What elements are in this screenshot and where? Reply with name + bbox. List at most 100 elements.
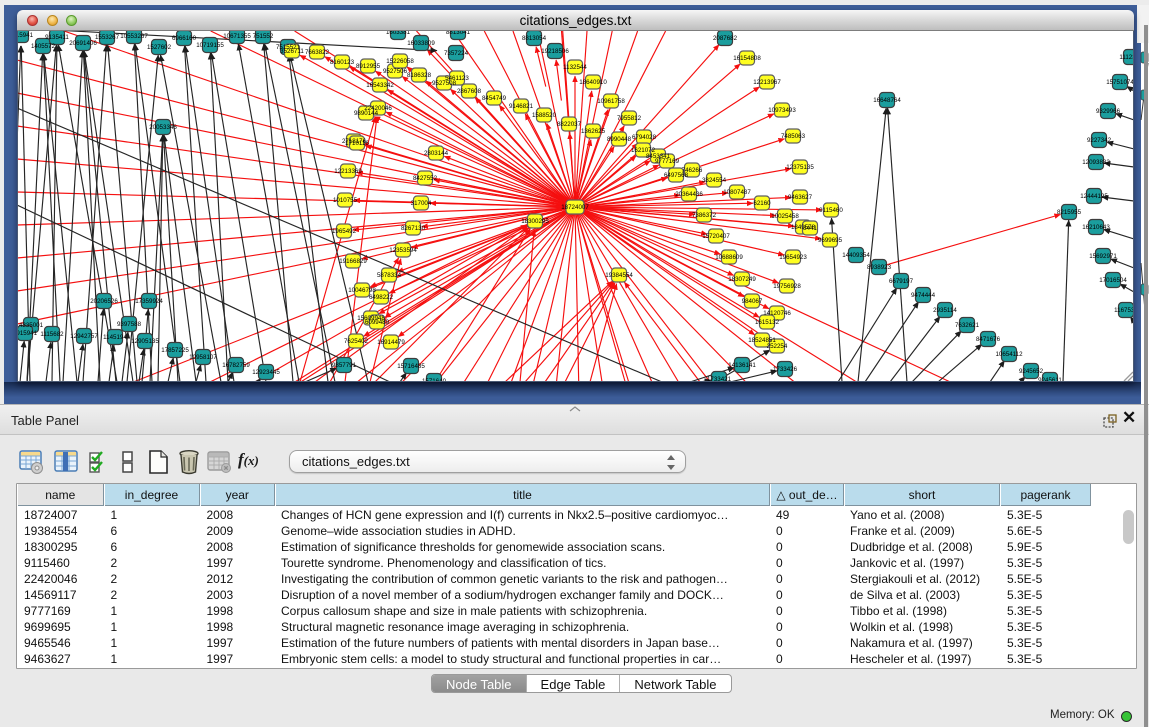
svg-text:2803144: 2803144: [424, 150, 449, 157]
svg-text:17359924: 17359924: [135, 298, 163, 305]
svg-text:18307249: 18307249: [728, 276, 756, 283]
svg-text:8990448: 8990448: [607, 136, 632, 143]
svg-text:10046798: 10046798: [348, 287, 376, 294]
svg-text:12923445: 12923445: [252, 369, 280, 376]
svg-text:5461123: 5461123: [445, 75, 469, 82]
svg-text:1553267: 1553267: [95, 34, 120, 41]
svg-text:15751074: 15751074: [1106, 79, 1134, 86]
svg-text:1965492: 1965492: [332, 228, 357, 235]
svg-text:19218506: 19218506: [541, 48, 569, 55]
svg-text:16648764: 16648764: [873, 97, 901, 104]
svg-text:9227342: 9227342: [1087, 137, 1112, 144]
svg-text:10719155: 10719155: [196, 42, 224, 49]
svg-text:8441: 8441: [803, 225, 817, 232]
svg-text:7625402: 7625402: [344, 338, 369, 345]
svg-text:9115460: 9115460: [819, 207, 843, 214]
svg-text:14136141: 14136141: [728, 362, 756, 369]
svg-text:751552: 751552: [253, 33, 274, 40]
svg-text:3824554: 3824554: [702, 177, 727, 184]
svg-text:8267130: 8267130: [401, 225, 426, 232]
svg-text:10025458: 10025458: [771, 213, 799, 220]
svg-text:2867608: 2867608: [457, 88, 482, 95]
svg-text:9397588: 9397588: [117, 321, 142, 328]
svg-text:9245652: 9245652: [1019, 368, 1044, 375]
svg-text:4335001: 4335001: [19, 322, 44, 329]
svg-text:1362625: 1362625: [581, 128, 606, 135]
svg-text:20691406: 20691406: [69, 40, 97, 47]
svg-text:8938923: 8938923: [867, 264, 892, 271]
svg-text:9474444: 9474444: [911, 292, 936, 299]
svg-text:1132544: 1132544: [563, 64, 587, 71]
svg-text:16154808: 16154808: [733, 55, 761, 62]
svg-text:1405572: 1405572: [31, 43, 56, 50]
svg-text:12375135: 12375135: [786, 164, 814, 171]
svg-text:8822037: 8822037: [557, 121, 582, 128]
svg-text:8427552: 8427552: [413, 175, 438, 182]
svg-text:6679197: 6679197: [889, 278, 914, 285]
svg-text:5878334: 5878334: [377, 272, 402, 279]
svg-text:7663822: 7663822: [305, 49, 330, 56]
svg-text:1588520: 1588520: [532, 112, 557, 119]
svg-text:10807487: 10807487: [723, 189, 751, 196]
svg-text:9699695: 9699695: [818, 237, 843, 244]
svg-text:8912955: 8912955: [356, 63, 381, 70]
svg-text:1733426: 1733426: [773, 366, 798, 373]
svg-text:12942757: 12942757: [70, 333, 98, 340]
svg-text:10961758: 10961758: [597, 98, 625, 105]
svg-text:8471676: 8471676: [976, 336, 1001, 343]
svg-text:1167533: 1167533: [1114, 307, 1134, 314]
svg-text:2935114: 2935114: [933, 307, 957, 314]
svg-text:1010755: 1010755: [333, 197, 358, 204]
svg-text:19384554: 19384554: [605, 272, 633, 279]
svg-text:9890144: 9890144: [354, 110, 379, 117]
svg-text:1603381: 1603381: [386, 31, 411, 36]
svg-text:8186328: 8186328: [407, 72, 432, 79]
svg-text:20206526: 20206526: [90, 298, 118, 305]
svg-text:17857225: 17857225: [161, 347, 189, 354]
svg-text:6498222: 6498222: [369, 294, 394, 301]
svg-text:6966160: 6966160: [172, 35, 197, 42]
svg-text:18640910: 18640910: [579, 79, 607, 86]
svg-text:8813041: 8813041: [446, 31, 471, 36]
svg-text:10654112: 10654112: [995, 351, 1023, 358]
svg-text:10958107: 10958107: [189, 354, 217, 361]
svg-text:7386372: 7386372: [692, 212, 717, 219]
svg-text:17016504: 17016504: [1099, 277, 1127, 284]
svg-text:1615132: 1615132: [755, 319, 780, 326]
svg-text:10688609: 10688609: [715, 254, 743, 261]
svg-text:18724007: 18724007: [561, 204, 589, 211]
svg-text:1115682: 1115682: [40, 331, 64, 338]
svg-text:9329966: 9329966: [1096, 108, 1121, 115]
svg-text:14409354: 14409354: [842, 252, 870, 259]
svg-text:16033809: 16033809: [407, 40, 435, 47]
svg-text:3915941: 3915941: [17, 330, 38, 337]
svg-text:9527506: 9527506: [383, 68, 408, 75]
svg-text:1145194: 1145194: [103, 334, 127, 341]
svg-text:16914479: 16914479: [377, 339, 405, 346]
svg-text:15692971: 15692971: [1089, 253, 1117, 260]
svg-text:8215955: 8215955: [1057, 209, 1082, 216]
svg-text:15720407: 15720407: [702, 233, 730, 240]
svg-text:14120746: 14120746: [763, 310, 791, 317]
svg-text:984067: 984067: [742, 298, 763, 305]
svg-text:12093832: 12093832: [1082, 159, 1110, 166]
svg-text:20053346: 20053346: [149, 124, 177, 131]
svg-text:10973493: 10973493: [768, 107, 796, 114]
svg-text:9135411: 9135411: [45, 34, 69, 41]
svg-text:7632621: 7632621: [955, 322, 980, 329]
svg-text:16543342: 16543342: [366, 82, 394, 89]
svg-text:18300295: 18300295: [521, 218, 549, 225]
svg-text:9146821: 9146821: [509, 103, 534, 110]
svg-text:9857791: 9857791: [332, 362, 357, 369]
svg-text:12353594: 12353594: [389, 247, 417, 254]
svg-text:1915941: 1915941: [17, 32, 34, 39]
svg-text:19654923: 19654923: [779, 254, 807, 261]
svg-text:7357224: 7357224: [444, 50, 469, 57]
svg-text:15716485: 15716485: [397, 363, 425, 370]
svg-text:10671355: 10671355: [223, 33, 251, 40]
svg-text:12444195: 12444195: [1080, 193, 1108, 200]
svg-text:2087682: 2087682: [713, 35, 738, 42]
svg-text:62160: 62160: [753, 200, 771, 207]
svg-text:12905135: 12905135: [131, 338, 159, 345]
svg-text:6794028: 6794028: [632, 134, 657, 141]
